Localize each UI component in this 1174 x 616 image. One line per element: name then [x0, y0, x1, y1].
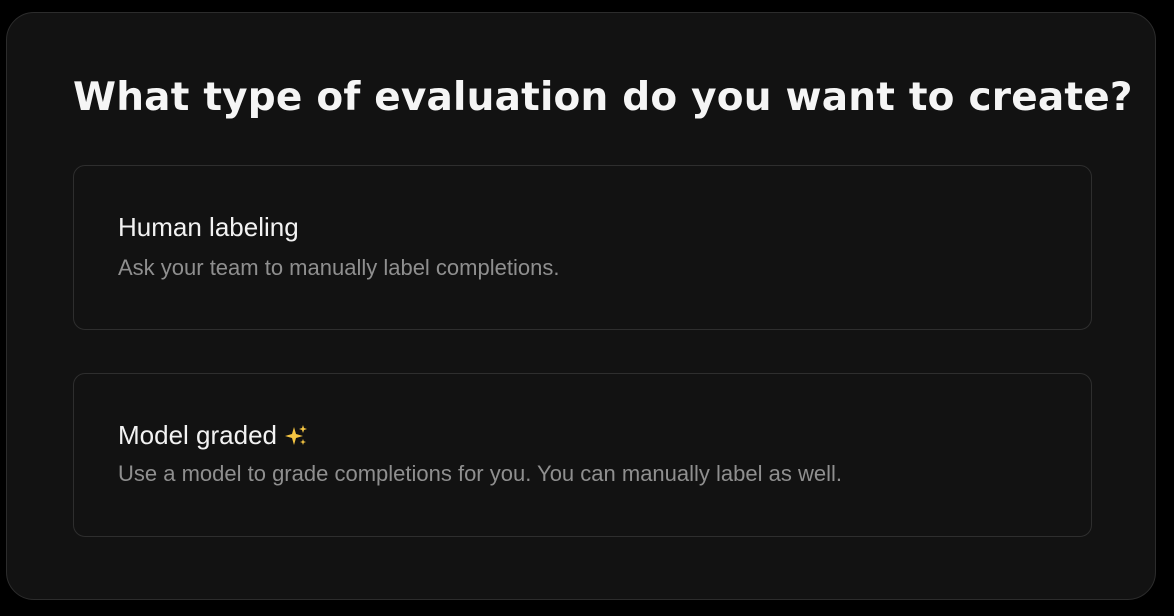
option-title: Human labeling: [118, 212, 299, 243]
option-title-text: Model graded: [118, 420, 277, 450]
option-description: Ask your team to manually label completi…: [118, 255, 560, 280]
option-human-labeling[interactable]: Human labeling Ask your team to manually…: [73, 165, 1092, 330]
option-title-text: Human labeling: [118, 212, 299, 242]
option-title: Model graded: [118, 420, 308, 451]
option-description: Use a model to grade completions for you…: [118, 461, 842, 486]
option-model-graded[interactable]: Model graded Use a model to grade comple…: [73, 373, 1092, 537]
page-title: What type of evaluation do you want to c…: [73, 75, 1133, 120]
evaluation-type-dialog: What type of evaluation do you want to c…: [6, 12, 1156, 600]
sparkles-icon: [284, 424, 308, 448]
